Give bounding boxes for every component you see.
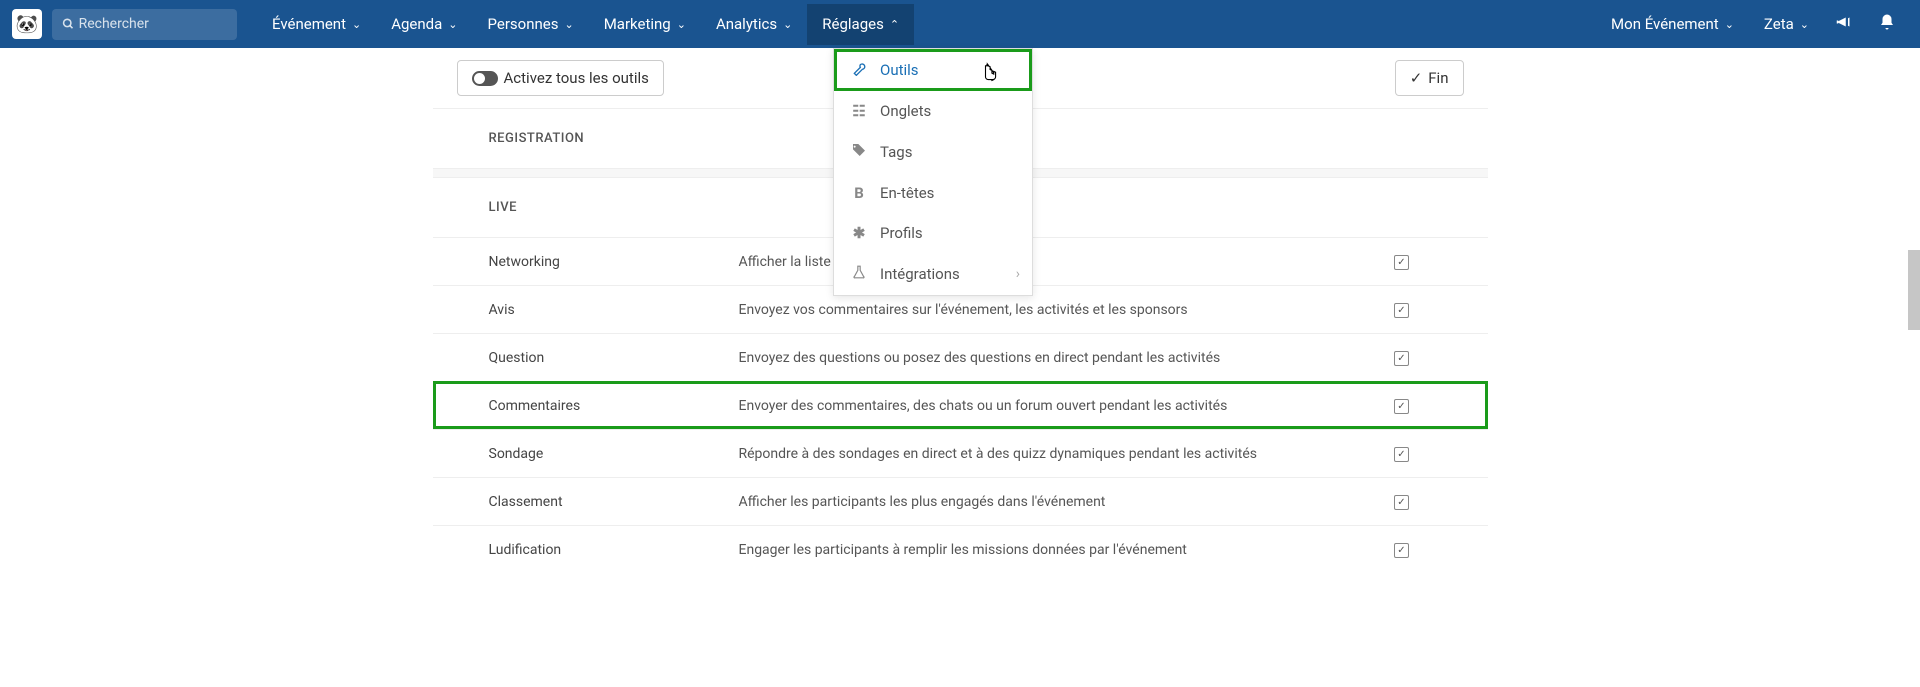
megaphone-icon[interactable] [1824,13,1866,35]
checkbox[interactable]: ✓ [1394,303,1409,318]
chevron-down-icon: ⌄ [677,19,686,30]
tag-icon [850,142,868,162]
nav-evenement[interactable]: Événement⌄ [257,4,376,45]
tool-row-question[interactable]: Question Envoyez des questions ou posez … [433,333,1488,381]
tool-name: Avis [489,302,739,318]
chevron-down-icon: ⌄ [352,19,361,30]
bell-icon[interactable] [1866,13,1908,35]
fin-label: Fin [1428,69,1448,87]
nav-personnes[interactable]: Personnes⌄ [473,4,589,45]
list-icon: ☷ [850,102,868,120]
nav-zeta[interactable]: Zeta⌄ [1749,4,1824,45]
chevron-down-icon: ⌄ [1725,19,1734,30]
tool-row-sondage[interactable]: Sondage Répondre à des sondages en direc… [433,429,1488,477]
tool-name: Question [489,350,739,366]
dropdown-outils-label: Outils [880,61,919,79]
check-icon: ✓ [1410,69,1423,87]
logo[interactable]: 🐼 [12,9,42,39]
chevron-up-icon: ⌃ [890,19,899,30]
dropdown-entetes-label: En-têtes [880,184,934,202]
flask-icon [850,264,868,284]
activate-all-label: Activez tous les outils [504,69,649,87]
search-icon [62,17,75,31]
nav-marketing[interactable]: Marketing⌄ [589,4,701,45]
search-input[interactable] [79,16,227,32]
tool-row-commentaires[interactable]: Commentaires Envoyer des commentaires, d… [433,381,1488,429]
tool-name: Ludification [489,542,739,558]
tool-name: Networking [489,254,739,270]
nav-reglages[interactable]: Réglages⌃ [807,4,914,45]
nav-analytics[interactable]: Analytics⌄ [701,4,807,45]
dropdown-onglets[interactable]: ☷ Onglets [834,91,1032,131]
checkbox[interactable]: ✓ [1394,351,1409,366]
activate-all-button[interactable]: Activez tous les outils [457,60,664,96]
wrench-icon [850,60,868,80]
tool-name: Sondage [489,446,739,462]
dropdown-onglets-label: Onglets [880,102,931,120]
tool-row-classement[interactable]: Classement Afficher les participants les… [433,477,1488,525]
dropdown-integrations[interactable]: Intégrations › [834,253,1032,295]
tool-desc: Répondre à des sondages en direct et à d… [739,446,1372,462]
dropdown-tags[interactable]: Tags [834,131,1032,173]
chevron-down-icon: ⌄ [564,19,573,30]
dropdown-outils[interactable]: Outils [834,49,1032,91]
tool-desc: Envoyez des questions ou posez des quest… [739,350,1372,366]
asterisk-icon: ✱ [850,224,868,242]
tool-desc: Envoyer des commentaires, des chats ou u… [739,398,1372,414]
tool-name: Commentaires [489,398,739,414]
nav-mon-evenement[interactable]: Mon Événement⌄ [1596,4,1749,45]
checkbox[interactable]: ✓ [1394,399,1409,414]
dropdown-profils-label: Profils [880,224,923,242]
tool-desc: Envoyez vos commentaires sur l'événement… [739,302,1372,318]
chevron-down-icon: ⌄ [1800,19,1809,30]
bold-icon: B [850,184,868,202]
checkbox[interactable]: ✓ [1394,255,1409,270]
search-box[interactable] [52,9,237,40]
chevron-down-icon: ⌄ [783,19,792,30]
dropdown-tags-label: Tags [880,143,912,161]
reglages-dropdown: Outils ☷ Onglets Tags B En-têtes ✱ Profi… [833,48,1033,296]
checkbox[interactable]: ✓ [1394,447,1409,462]
tool-desc: Afficher les participants les plus engag… [739,494,1372,510]
top-nav: 🐼 Événement⌄ Agenda⌄ Personnes⌄ Marketin… [0,0,1920,48]
checkbox[interactable]: ✓ [1394,543,1409,558]
tool-row-ludification[interactable]: Ludification Engager les participants à … [433,525,1488,573]
tool-name: Classement [489,494,739,510]
dropdown-integrations-label: Intégrations [880,265,960,283]
tool-desc: Engager les participants à remplir les m… [739,542,1372,558]
dropdown-profils[interactable]: ✱ Profils [834,213,1032,253]
dropdown-entetes[interactable]: B En-têtes [834,173,1032,213]
nav-agenda[interactable]: Agenda⌄ [376,4,472,45]
checkbox[interactable]: ✓ [1394,495,1409,510]
scrollbar-thumb[interactable] [1908,250,1920,330]
fin-button[interactable]: ✓ Fin [1395,60,1464,96]
chevron-down-icon: ⌄ [448,19,457,30]
toggle-icon [472,71,498,86]
submenu-arrow-icon: › [1016,266,1020,282]
